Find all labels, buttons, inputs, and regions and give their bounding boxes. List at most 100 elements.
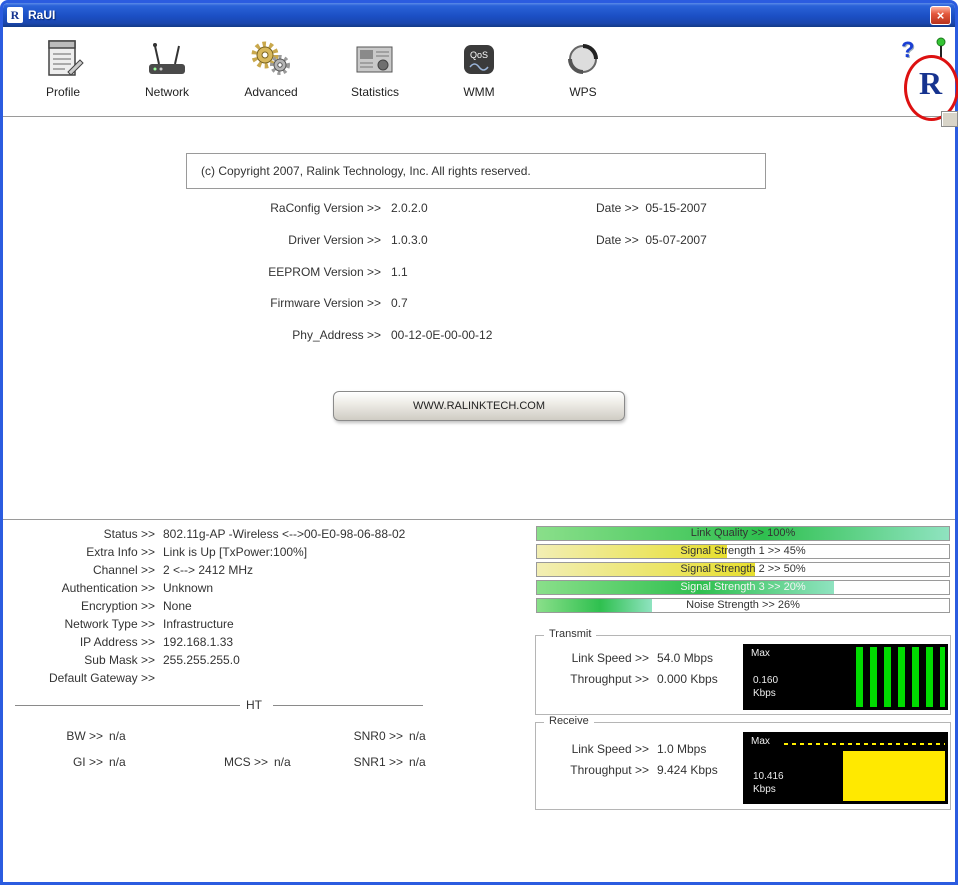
toolbar-label-profile: Profile — [45, 85, 80, 99]
section-divider — [3, 519, 955, 521]
quality-bar-text-0: Link Quality >> 100% — [690, 527, 796, 539]
gears-icon — [249, 35, 293, 85]
toolbar-label-wps: WPS — [569, 85, 597, 99]
signal-strength-1-bar: Signal Strength 1 >> 45% — [536, 544, 950, 559]
snr1-value: n/a — [409, 755, 426, 769]
ht-divider-right — [273, 705, 423, 706]
encryption-label: Encryption >> — [80, 599, 155, 613]
ht-divider-left — [15, 705, 240, 706]
tx-link-speed-value: 54.0 Mbps — [657, 651, 714, 665]
encryption-value: None — [163, 599, 192, 613]
quality-bar-text-2: Signal Strength 2 >> 50% — [680, 563, 806, 575]
title-bar: R RaUI × — [3, 3, 955, 27]
help-icon[interactable]: ? — [901, 37, 914, 63]
sub-mask-value: 255.255.255.0 — [163, 653, 240, 667]
network-type-value: Infrastructure — [163, 617, 234, 631]
wps-icon — [561, 35, 605, 85]
transmit-group-title: Transmit — [544, 628, 597, 640]
driver-version-label: Driver Version >> — [288, 233, 381, 247]
signal-strength-3-bar: Signal Strength 3 >> 20% — [536, 580, 950, 595]
tx-chart-bars — [855, 647, 945, 707]
wmm-badge-text: QoS — [470, 50, 488, 60]
extra-info-value: Link is Up [TxPower:100%] — [163, 545, 308, 559]
close-button[interactable]: × — [930, 5, 951, 25]
wmm-icon: QoS — [457, 35, 501, 85]
channel-label: Channel >> — [92, 563, 155, 577]
ip-address-value: 192.168.1.33 — [163, 635, 234, 649]
rx-throughput-label: Throughput >> — [570, 763, 649, 777]
signal-strength-2-bar: Signal Strength 2 >> 50% — [536, 562, 950, 577]
phy-address-label: Phy_Address >> — [292, 328, 381, 342]
default-gateway-label: Default Gateway >> — [48, 671, 155, 685]
rx-chart-max-line — [784, 743, 945, 745]
driver-version-date: Date >> 05-07-2007 — [596, 233, 707, 247]
mcs-value: n/a — [274, 755, 291, 769]
status-label: Status >> — [103, 527, 155, 541]
toolbar-button-advanced[interactable]: Advanced — [219, 27, 323, 116]
snr1-label: SNR1 >> — [353, 755, 403, 769]
radio-status-icon[interactable] — [933, 37, 949, 66]
toolbar-label-statistics: Statistics — [350, 85, 399, 99]
toolbar: Profile Network Advanced Statistics QoS … — [3, 27, 955, 117]
rx-chart-scale-value: 10.416 — [753, 771, 784, 782]
network-type-label: Network Type >> — [64, 617, 156, 631]
status-value: 802.11g-AP -Wireless <-->00-E0-98-06-88-… — [163, 527, 406, 541]
phy-address-value: 00-12-0E-00-00-12 — [391, 328, 493, 342]
bw-label: BW >> — [66, 729, 103, 743]
raconfig-version-label: RaConfig Version >> — [270, 201, 381, 215]
rx-chart-max-label: Max — [751, 736, 770, 747]
rx-link-speed-label: Link Speed >> — [571, 742, 649, 756]
extra-info-label: Extra Info >> — [86, 545, 155, 559]
snr0-label: SNR0 >> — [353, 729, 403, 743]
quality-bar-text-3: Signal Strength 3 >> 20% — [680, 581, 806, 593]
eeprom-version-label: EEPROM Version >> — [268, 265, 381, 279]
transmit-chart: Max 0.160 Kbps — [743, 644, 948, 710]
raconfig-version-value: 2.0.2.0 — [391, 201, 428, 215]
toolbar-label-network: Network — [144, 85, 189, 99]
tx-link-speed-label: Link Speed >> — [571, 651, 649, 665]
mcs-label: MCS >> — [223, 755, 268, 769]
rx-chart-area — [843, 751, 945, 801]
profile-icon — [41, 35, 85, 85]
toolbar-button-statistics[interactable]: Statistics — [323, 27, 427, 116]
bw-value: n/a — [109, 729, 126, 743]
receive-group-title: Receive — [544, 715, 594, 727]
raui-window: R RaUI × Profile Network Advanced Statis… — [0, 0, 958, 885]
tx-chart-scale-unit: Kbps — [753, 688, 776, 699]
copyright-box: (c) Copyright 2007, Ralink Technology, I… — [186, 153, 766, 189]
snr0-value: n/a — [409, 729, 426, 743]
authentication-value: Unknown — [163, 581, 214, 595]
receive-chart: Max 10.416 Kbps — [743, 732, 948, 804]
app-icon: R — [7, 7, 23, 23]
ip-address-label: IP Address >> — [79, 635, 155, 649]
statistics-icon — [353, 35, 397, 85]
driver-version-value: 1.0.3.0 — [391, 233, 428, 247]
toolbar-label-wmm: WMM — [463, 85, 495, 99]
toolbar-button-wps[interactable]: WPS — [531, 27, 635, 116]
tx-throughput-label: Throughput >> — [570, 672, 649, 686]
tx-chart-max-label: Max — [751, 648, 770, 659]
gi-value: n/a — [109, 755, 126, 769]
authentication-label: Authentication >> — [61, 581, 155, 595]
firmware-version-value: 0.7 — [391, 296, 408, 310]
toolbar-button-profile[interactable]: Profile — [11, 27, 115, 116]
toolbar-button-wmm[interactable]: QoS WMM — [427, 27, 531, 116]
eeprom-version-value: 1.1 — [391, 265, 408, 279]
ht-section-label: HT — [246, 698, 262, 712]
toolbar-label-advanced: Advanced — [244, 85, 298, 99]
tx-chart-scale-value: 0.160 — [753, 675, 779, 686]
rx-chart-scale-unit: Kbps — [753, 784, 776, 795]
small-corner-button[interactable] — [941, 111, 958, 127]
ralink-logo[interactable]: R — [919, 65, 942, 102]
network-icon — [145, 35, 189, 85]
toolbar-button-network[interactable]: Network — [115, 27, 219, 116]
noise-strength-bar: Noise Strength >> 26% — [536, 598, 950, 613]
quality-bar-text-4: Noise Strength >> 26% — [686, 599, 800, 611]
website-button[interactable]: WWW.RALINKTECH.COM — [333, 391, 625, 421]
firmware-version-label: Firmware Version >> — [270, 296, 381, 310]
tx-throughput-value: 0.000 Kbps — [657, 672, 718, 686]
quality-bar-text-1: Signal Strength 1 >> 45% — [680, 545, 806, 557]
rx-throughput-value: 9.424 Kbps — [657, 763, 718, 777]
gi-label: GI >> — [72, 755, 103, 769]
channel-value: 2 <--> 2412 MHz — [163, 563, 254, 577]
